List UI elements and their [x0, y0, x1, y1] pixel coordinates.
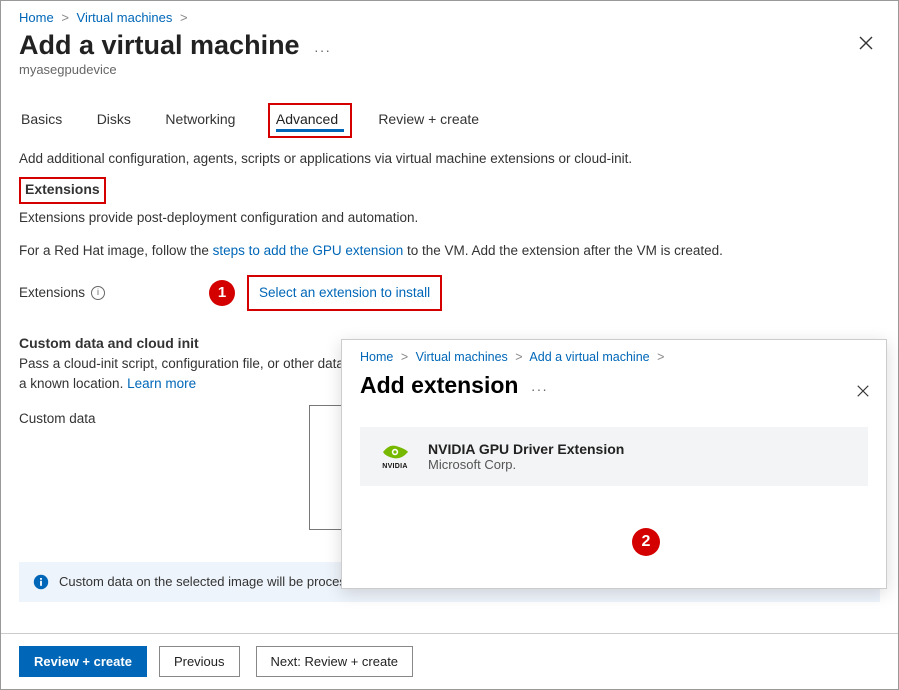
callout-1: 1	[209, 280, 235, 306]
tab-networking[interactable]: Networking	[163, 105, 237, 137]
overlay-title: Add extension	[360, 372, 518, 399]
learn-more-link[interactable]: Learn more	[127, 376, 196, 391]
overlay-breadcrumb: Home > Virtual machines > Add a virtual …	[360, 350, 868, 364]
breadcrumb-sep-icon: >	[180, 10, 188, 25]
tab-basics[interactable]: Basics	[19, 105, 64, 137]
breadcrumb-sep-icon: >	[61, 10, 69, 25]
custom-data-label: Custom data	[19, 405, 309, 530]
breadcrumb-home[interactable]: Home	[19, 10, 54, 25]
redhat-suffix: to the VM. Add the extension after the V…	[403, 243, 723, 258]
callout-2: 2	[632, 528, 660, 556]
nvidia-logo-icon: NVIDIA	[376, 442, 414, 472]
info-icon[interactable]: i	[91, 286, 105, 300]
advanced-intro: Add additional configuration, agents, sc…	[19, 149, 880, 169]
extension-title: NVIDIA GPU Driver Extension	[428, 441, 852, 457]
previous-button[interactable]: Previous	[159, 646, 240, 677]
breadcrumb-sep-icon: >	[401, 350, 408, 364]
tab-advanced-highlight: Advanced	[268, 103, 352, 138]
breadcrumb-sep-icon: >	[515, 350, 522, 364]
page-title: Add a virtual machine	[19, 30, 300, 61]
more-icon[interactable]: ···	[314, 42, 331, 58]
review-create-button[interactable]: Review + create	[19, 646, 147, 677]
extensions-label: Extensions	[19, 283, 85, 303]
extensions-label-row: Extensions i	[19, 283, 209, 303]
close-icon[interactable]	[852, 29, 880, 62]
tab-advanced[interactable]: Advanced	[276, 107, 338, 131]
info-icon	[33, 574, 49, 590]
tab-review[interactable]: Review + create	[376, 105, 481, 137]
nvidia-logo-text: NVIDIA	[382, 463, 408, 470]
overlay-bc-vms[interactable]: Virtual machines	[416, 350, 508, 364]
breadcrumb-main: Home > Virtual machines >	[1, 1, 898, 29]
overlay-more-icon[interactable]: ···	[531, 381, 548, 397]
extensions-heading: Extensions	[19, 177, 106, 204]
extensions-desc: Extensions provide post-deployment confi…	[19, 208, 880, 228]
select-extension-highlight: Select an extension to install	[247, 275, 442, 311]
extension-publisher: Microsoft Corp.	[428, 457, 852, 472]
breadcrumb-vms[interactable]: Virtual machines	[77, 10, 173, 25]
add-extension-panel: Home > Virtual machines > Add a virtual …	[341, 339, 887, 589]
extension-card-nvidia[interactable]: NVIDIA NVIDIA GPU Driver Extension Micro…	[360, 427, 868, 486]
breadcrumb-sep-icon: >	[657, 350, 664, 364]
tab-disks[interactable]: Disks	[95, 105, 133, 137]
overlay-bc-addvm[interactable]: Add a virtual machine	[529, 350, 649, 364]
overlay-bc-home[interactable]: Home	[360, 350, 393, 364]
overlay-close-icon[interactable]	[850, 376, 876, 409]
redhat-link[interactable]: steps to add the GPU extension	[213, 243, 404, 258]
next-button[interactable]: Next: Review + create	[256, 646, 414, 677]
tab-bar: Basics Disks Networking Advanced Review …	[1, 103, 898, 139]
tab-underline	[276, 129, 344, 132]
redhat-prefix: For a Red Hat image, follow the	[19, 243, 213, 258]
redhat-text: For a Red Hat image, follow the steps to…	[19, 241, 880, 261]
select-extension-link[interactable]: Select an extension to install	[259, 285, 430, 300]
page-subtitle: myasegpudevice	[1, 62, 898, 95]
footer-bar: Review + create Previous Next: Review + …	[1, 633, 898, 689]
